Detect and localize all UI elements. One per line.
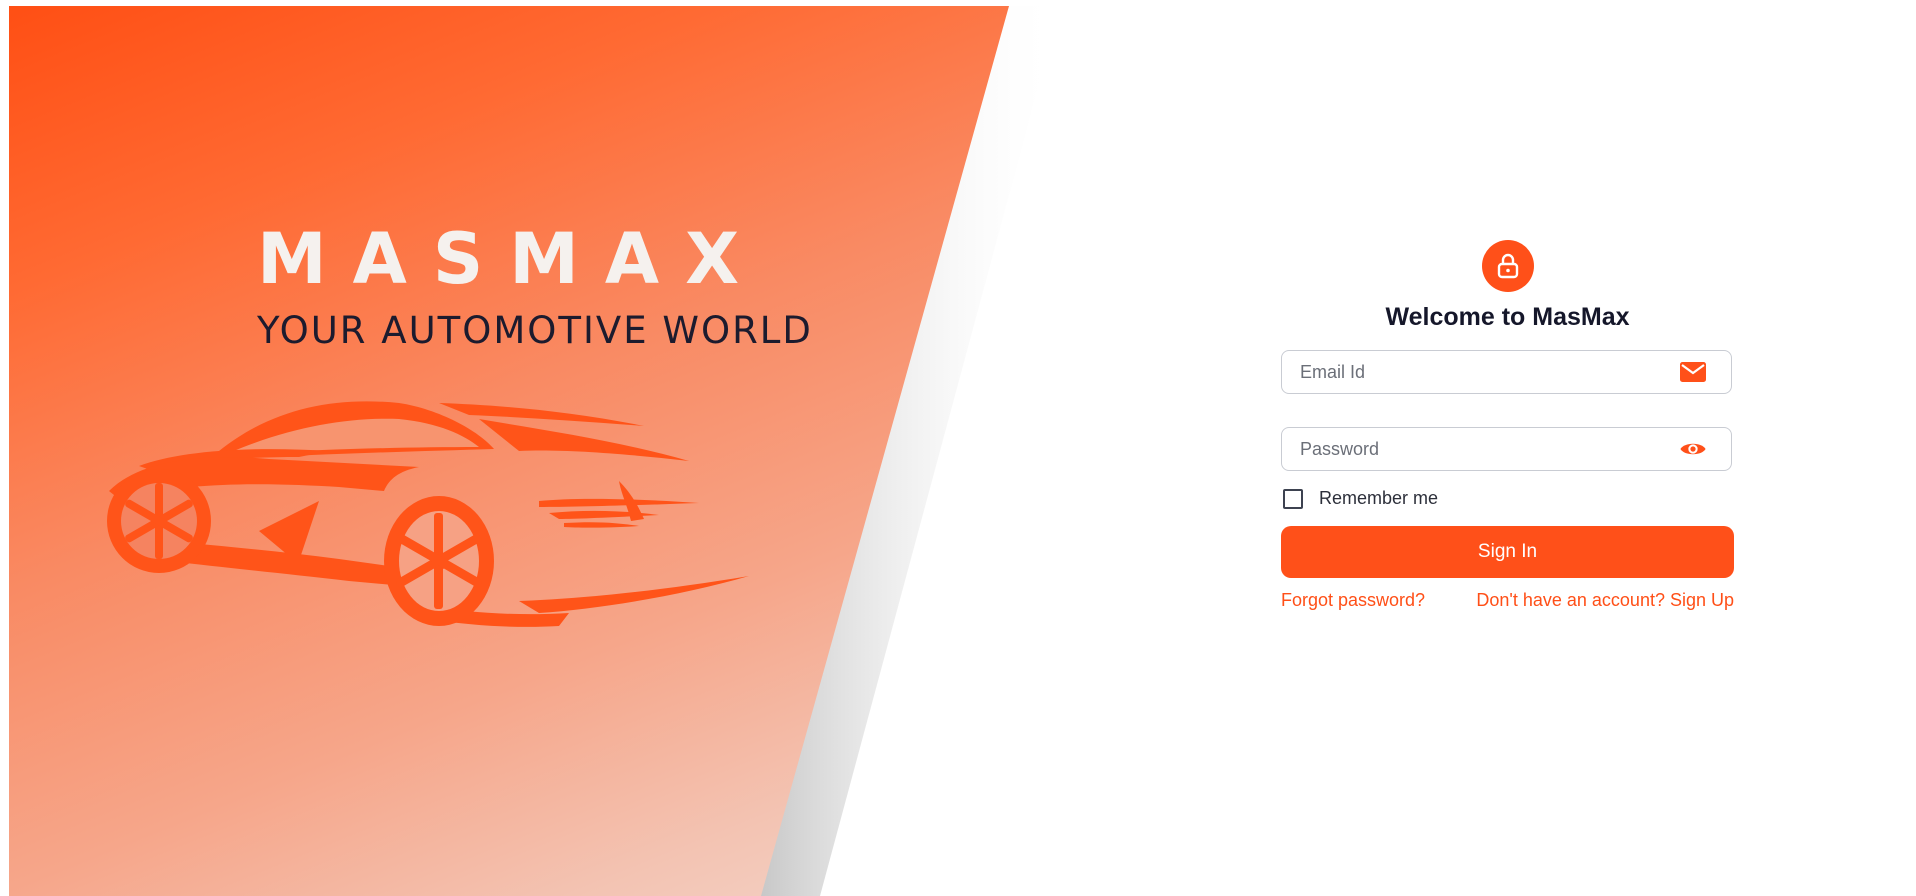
welcome-title: Welcome to MasMax bbox=[1385, 303, 1630, 331]
remember-me-row: Remember me bbox=[1283, 488, 1438, 509]
login-page: MASMAX YOUR AUTOMOTIVE WORLD Welcome to … bbox=[0, 0, 1916, 896]
sign-in-button[interactable]: Sign In bbox=[1281, 526, 1734, 578]
sign-up-link[interactable]: Don't have an account? Sign Up bbox=[1476, 590, 1734, 611]
email-field-wrapper bbox=[1281, 350, 1732, 394]
email-input[interactable] bbox=[1298, 351, 1672, 394]
remember-me-label[interactable]: Remember me bbox=[1319, 488, 1438, 509]
forgot-password-link[interactable]: Forgot password? bbox=[1281, 590, 1425, 611]
mail-icon bbox=[1679, 361, 1707, 383]
hero-panel: MASMAX YOUR AUTOMOTIVE WORLD bbox=[9, 6, 1009, 896]
remember-me-checkbox[interactable] bbox=[1283, 488, 1303, 509]
brand-logo-text: MASMAX bbox=[257, 218, 766, 300]
lock-icon bbox=[1482, 240, 1534, 292]
eye-icon[interactable] bbox=[1679, 438, 1707, 460]
password-input[interactable] bbox=[1298, 428, 1672, 471]
car-silhouette-icon bbox=[107, 401, 749, 627]
password-field-wrapper bbox=[1281, 427, 1732, 471]
brand-tagline: YOUR AUTOMOTIVE WORLD bbox=[257, 309, 813, 352]
